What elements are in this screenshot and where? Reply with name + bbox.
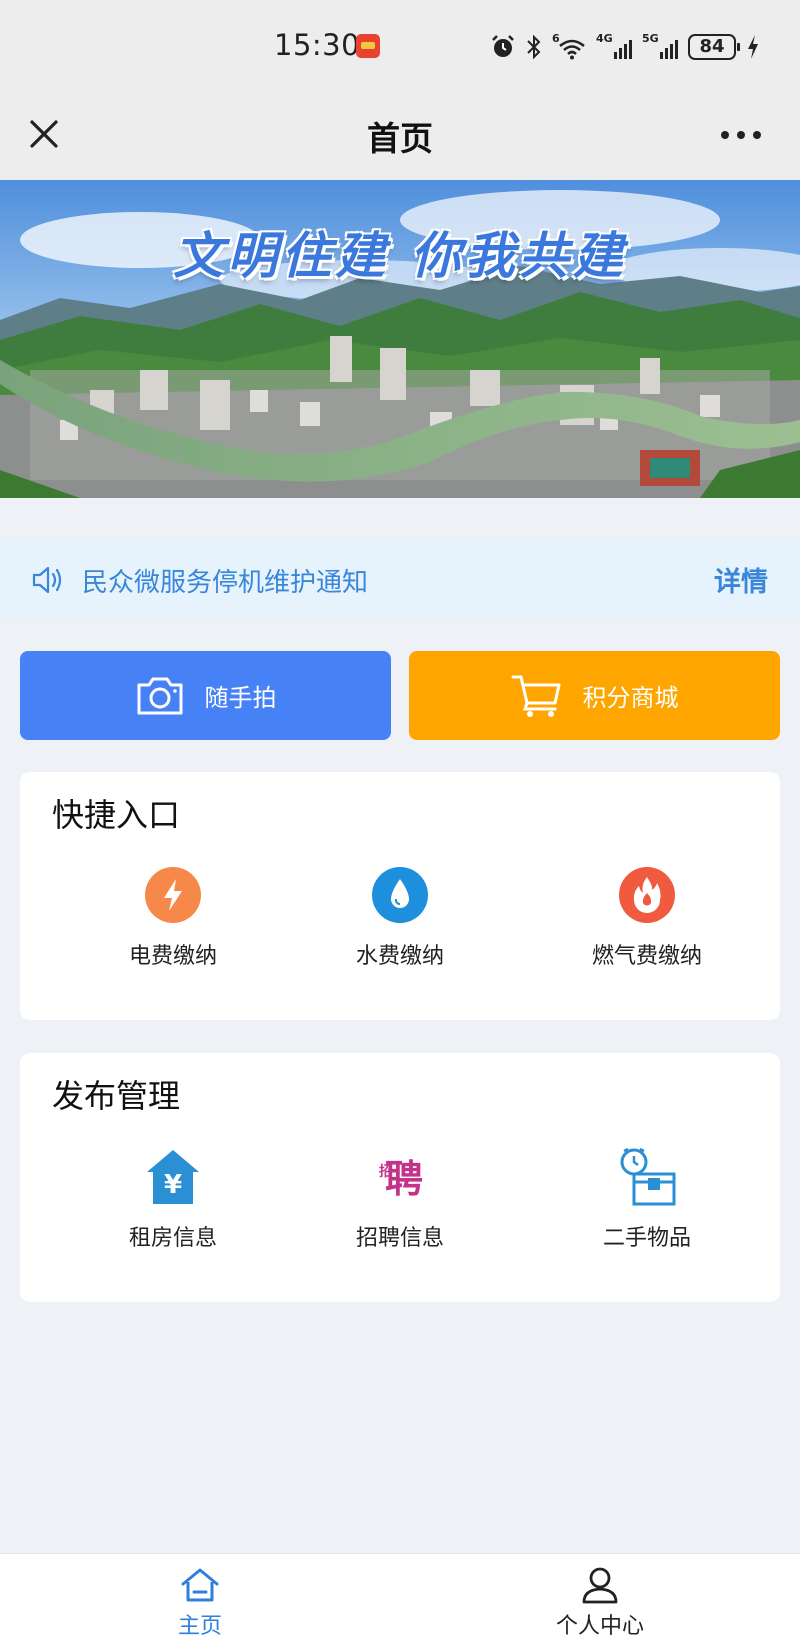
recruitment-info-item[interactable]: 招 聘 招聘信息: [300, 1148, 500, 1252]
alarm-icon: [492, 35, 514, 57]
net2-label: 5G: [642, 32, 659, 45]
water-bill-item[interactable]: 水费缴纳: [300, 866, 500, 970]
status-icons: 6 4G 5G 84: [490, 30, 760, 64]
secondhand-box-icon: [620, 1148, 676, 1206]
points-mall-button[interactable]: 积分商城: [409, 651, 780, 740]
camera-icon: [137, 677, 182, 714]
publish-management-title: 发布管理: [52, 1077, 181, 1115]
user-icon: [582, 1567, 618, 1604]
points-mall-label: 积分商城: [582, 684, 679, 712]
recruitment-info-label: 招聘信息: [355, 1226, 444, 1251]
cart-icon: [511, 675, 560, 717]
home-icon: [181, 1568, 219, 1602]
bluetooth-icon: [527, 34, 541, 60]
recruit-glyph: 聘: [385, 1157, 423, 1201]
net1-label: 4G: [596, 32, 613, 45]
house-yuan-icon: ¥: [147, 1150, 199, 1204]
photo-button-label: 随手拍: [204, 684, 277, 712]
app-notification-icon: [356, 34, 380, 58]
quick-entry-title: 快捷入口: [52, 796, 181, 834]
flame-icon: [619, 867, 675, 923]
water-bill-label: 水费缴纳: [355, 944, 444, 969]
notice-detail-link[interactable]: 详情: [714, 560, 768, 599]
status-bar: 15:30 6 4G 5G 84: [0, 0, 800, 90]
house-yuan-glyph: ¥: [164, 1170, 182, 1200]
rental-info-label: 租房信息: [128, 1226, 217, 1251]
tab-home[interactable]: 主页: [0, 1554, 400, 1650]
lightning-icon: [145, 867, 201, 923]
signal-4g-icon: 4G: [596, 32, 632, 62]
publish-management-card: 发布管理 ¥ 租房信息 招 聘 招聘信息 二手物品: [20, 1053, 780, 1302]
tab-profile[interactable]: 个人中心: [400, 1554, 800, 1650]
banner-slogan: 文明住建 你我共建: [173, 227, 627, 285]
gas-bill-item[interactable]: 燃气费缴纳: [547, 866, 747, 970]
wifi-icon: 6: [552, 32, 586, 62]
tab-profile-label: 个人中心: [555, 1614, 644, 1639]
charging-icon: [748, 35, 758, 59]
electricity-bill-label: 电费缴纳: [128, 944, 217, 969]
battery-level: 84: [699, 36, 725, 57]
battery-icon: 84: [688, 34, 740, 60]
secondhand-item[interactable]: 二手物品: [547, 1148, 747, 1252]
gas-bill-label: 燃气费缴纳: [591, 944, 702, 969]
secondhand-label: 二手物品: [602, 1226, 691, 1251]
tab-home-label: 主页: [177, 1614, 222, 1639]
photo-button[interactable]: 随手拍: [20, 651, 391, 740]
status-time: 15:30: [274, 28, 361, 62]
notice-text: 民众微服务停机维护通知: [82, 568, 369, 598]
nav-bar: 首页: [0, 90, 800, 180]
more-icon[interactable]: [716, 120, 766, 150]
signal-5g-icon: 5G: [642, 32, 678, 62]
rental-info-item[interactable]: ¥ 租房信息: [73, 1148, 273, 1252]
notice-bar[interactable]: 民众微服务停机维护通知 详情: [0, 540, 800, 620]
water-drop-icon: [372, 867, 428, 923]
quick-entry-card: 快捷入口 电费缴纳 水费缴纳 燃气费缴纳: [20, 772, 780, 1020]
speaker-icon: [32, 566, 62, 594]
recruit-icon: 招 聘: [379, 1157, 423, 1201]
electricity-bill-item[interactable]: 电费缴纳: [73, 866, 273, 970]
page-title: 首页: [367, 119, 433, 158]
banner[interactable]: 文明住建 你我共建: [0, 180, 800, 498]
bottom-tab-bar: 主页 个人中心: [0, 1553, 800, 1650]
